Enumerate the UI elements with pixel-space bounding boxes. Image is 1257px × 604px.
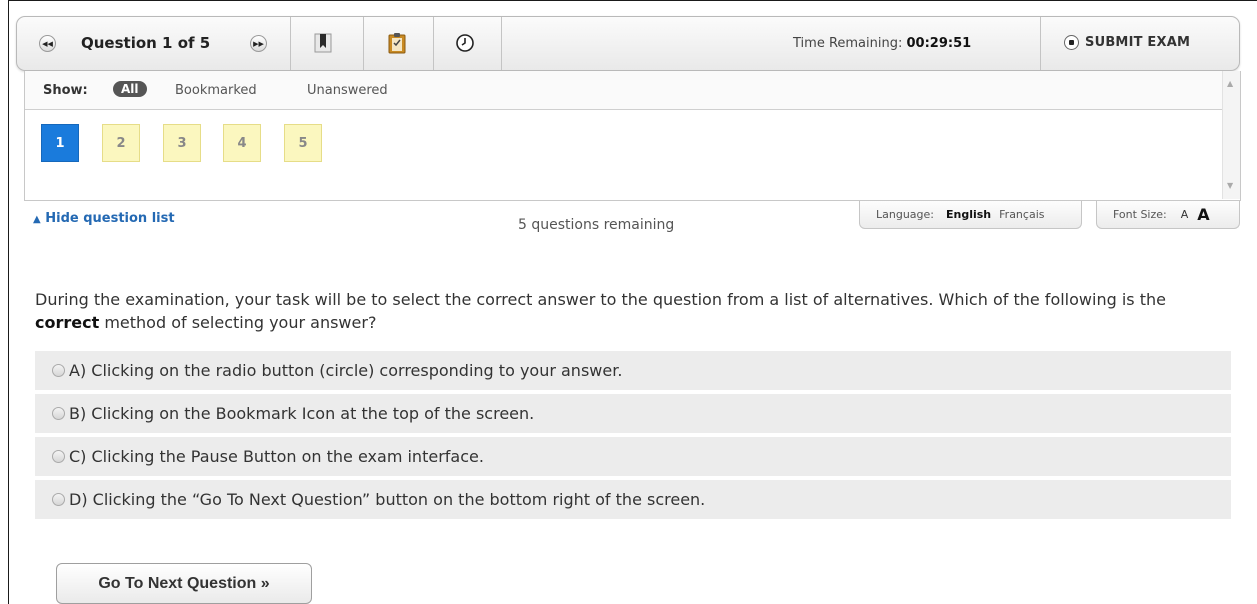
question-number-button[interactable]: 1 <box>41 124 79 162</box>
answer-option-label: D) Clicking the “Go To Next Question” bu… <box>69 490 706 509</box>
filter-bookmarked[interactable]: Bookmarked <box>175 83 257 98</box>
time-remaining-value: 00:29:51 <box>906 36 972 51</box>
radio-button[interactable] <box>52 364 65 377</box>
submit-exam-button[interactable]: SUBMIT EXAM <box>1064 35 1190 50</box>
time-remaining: Time Remaining: 00:29:51 <box>793 36 971 51</box>
previous-question-button[interactable]: ◀◀ <box>39 35 56 52</box>
scroll-up-icon[interactable]: ▲ <box>1227 79 1233 88</box>
go-to-next-question-button[interactable]: Go To Next Question » <box>56 563 312 604</box>
show-label: Show: <box>43 83 88 98</box>
time-toggle-button[interactable] <box>453 31 477 55</box>
clock-icon <box>456 34 474 52</box>
font-size-label: Font Size: <box>1113 208 1167 221</box>
clipboard-icon <box>388 33 406 54</box>
question-text: During the examination, your task will b… <box>35 290 1166 332</box>
rewind-icon: ◀◀ <box>42 39 53 48</box>
next-question-arrow-button[interactable]: ▶▶ <box>250 35 267 52</box>
answer-option-c[interactable]: C) Clicking the Pause Button on the exam… <box>35 437 1231 476</box>
notes-button[interactable] <box>385 31 409 55</box>
filter-all[interactable]: All <box>113 81 147 97</box>
question-number-button[interactable]: 4 <box>223 124 261 162</box>
font-size-small[interactable]: A <box>1181 208 1189 221</box>
question-filter-bar: Show: All Bookmarked Unanswered <box>25 71 1224 110</box>
time-remaining-label: Time Remaining: <box>793 36 903 51</box>
questions-remaining: 5 questions remaining <box>518 217 675 233</box>
filter-unanswered[interactable]: Unanswered <box>307 83 388 98</box>
emphasis-correct: correct <box>35 313 100 332</box>
radio-button[interactable] <box>52 493 65 506</box>
exam-toolbar: ◀◀ Question 1 of 5 ▶▶ Time Remaining: 00… <box>16 16 1240 71</box>
font-size-large[interactable]: A <box>1197 205 1209 224</box>
stop-icon <box>1064 35 1079 50</box>
language-french[interactable]: Français <box>999 208 1044 221</box>
bookmark-icon <box>314 33 332 53</box>
bookmark-button[interactable] <box>311 31 335 55</box>
answer-option-d[interactable]: D) Clicking the “Go To Next Question” bu… <box>35 480 1231 519</box>
answer-option-b[interactable]: B) Clicking on the Bookmark Icon at the … <box>35 394 1231 433</box>
question-list-scrollbar[interactable]: ▲ ▼ <box>1222 71 1240 199</box>
submit-exam-label: SUBMIT EXAM <box>1085 35 1191 50</box>
fast-forward-icon: ▶▶ <box>253 39 264 48</box>
question-number-button[interactable]: 5 <box>284 124 322 162</box>
question-number-button[interactable]: 3 <box>163 124 201 162</box>
question-counter: Question 1 of 5 <box>81 34 211 52</box>
radio-button[interactable] <box>52 407 65 420</box>
radio-button[interactable] <box>52 450 65 463</box>
hide-question-list-link[interactable]: ▲ Hide question list <box>33 211 175 226</box>
answer-option-label: A) Clicking on the radio button (circle)… <box>69 361 623 380</box>
hide-question-list-label: Hide question list <box>45 211 175 226</box>
answer-option-label: C) Clicking the Pause Button on the exam… <box>69 447 484 466</box>
language-label: Language: <box>876 208 934 221</box>
font-size-selector: Font Size: A A <box>1096 201 1240 229</box>
answer-option-label: B) Clicking on the Bookmark Icon at the … <box>69 404 535 423</box>
language-selector: Language: English Français <box>859 201 1082 229</box>
language-english[interactable]: English <box>946 208 991 221</box>
scroll-down-icon[interactable]: ▼ <box>1227 181 1233 190</box>
question-number-button[interactable]: 2 <box>102 124 140 162</box>
answer-option-a[interactable]: A) Clicking on the radio button (circle)… <box>35 351 1231 390</box>
question-list-panel: Show: All Bookmarked Unanswered 1 2 3 4 … <box>24 71 1241 201</box>
triangle-up-icon: ▲ <box>33 214 41 225</box>
